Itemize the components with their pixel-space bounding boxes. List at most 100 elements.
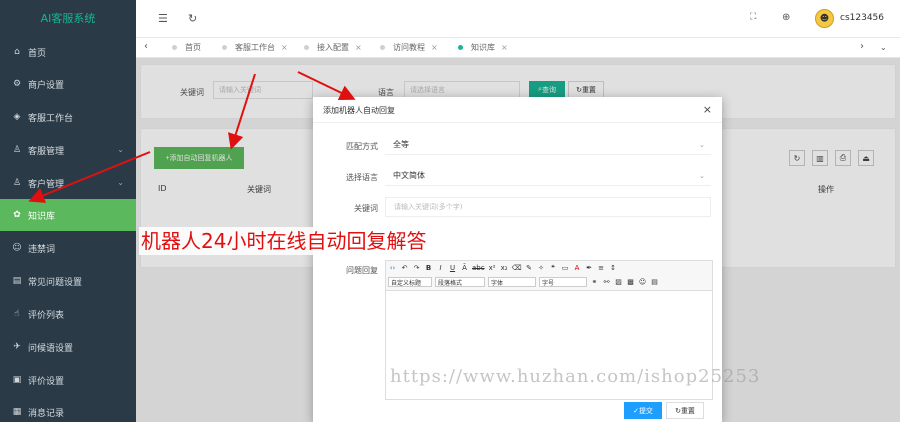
home-icon: ⌂	[14, 47, 20, 57]
tab-tutorial[interactable]: 访问教程 ×	[380, 42, 438, 53]
line-height-icon[interactable]: ↕	[609, 263, 618, 273]
font-border-icon[interactable]: Ā	[460, 263, 469, 273]
strikethrough-icon[interactable]: abc	[472, 263, 485, 273]
annotation-banner: 机器人24小时在线自动回复解答	[139, 227, 429, 255]
sidebar-item-label: 客服管理	[28, 146, 65, 157]
sidebar-item-label: 客户管理	[28, 179, 65, 190]
sidebar-item-merchant-settings[interactable]: ⚙ 商户设置	[0, 68, 136, 100]
close-icon[interactable]: ×	[281, 43, 288, 52]
blockquote-icon[interactable]: ❝	[549, 263, 558, 273]
tabs-scroll-right-icon[interactable]: ›	[860, 41, 864, 52]
tabs-scroll-left-icon[interactable]: ‹	[144, 41, 148, 52]
editor-toolbar-row-1: ‹› ↶ ↷ B I U Ā abc x² x₂ ⌫ ✎ ✧ ❝ ▭ A ✒ ≡…	[388, 263, 618, 273]
sidebar-item-rating-settings[interactable]: ▣ 评价设置	[0, 364, 136, 396]
sidebar-item-review-list[interactable]: ☝ 评价列表	[0, 298, 136, 330]
tab-home[interactable]: 首页	[172, 42, 201, 53]
underline-icon[interactable]: U	[448, 263, 457, 273]
keyword-input[interactable]: 请输入关键词(多个字)	[385, 197, 711, 217]
gear-icon: ⚙	[12, 79, 22, 89]
tab-access-config[interactable]: 接入配置 ×	[304, 42, 362, 53]
custom-title-select[interactable]: 自定义标题	[388, 277, 432, 287]
redo-icon[interactable]: ↷	[412, 263, 421, 273]
language-label: 选择语言	[346, 173, 378, 182]
customer-icon: ♙	[12, 178, 22, 188]
language-select[interactable]: 中文简体 ⌄	[385, 166, 711, 186]
link-icon[interactable]: ⚭	[590, 277, 599, 287]
tab-label: 首页	[185, 43, 201, 52]
tabs-bar: ‹ 首页 客服工作台 × 接入配置 × 访问教程 × 知识库 × › ⌄	[136, 38, 900, 58]
forbidden-icon: ☺	[12, 243, 22, 253]
sidebar-item-label: 评价设置	[28, 376, 65, 387]
tab-dot	[222, 45, 227, 50]
tab-label: 知识库	[471, 43, 495, 52]
tab-label: 接入配置	[317, 43, 349, 52]
sidebar-item-forbidden-words[interactable]: ☺ 违禁词	[0, 232, 136, 264]
sidebar-item-label: 客服工作台	[28, 113, 74, 124]
menu-toggle-icon[interactable]: ☰	[158, 12, 168, 25]
close-icon[interactable]: ×	[355, 43, 362, 52]
console-icon: ◈	[13, 112, 21, 122]
paragraph-format-select[interactable]: 段落格式	[435, 277, 485, 287]
calculator-icon[interactable]: ▤	[650, 277, 659, 287]
superscript-icon[interactable]: x²	[488, 263, 497, 273]
subscript-icon[interactable]: x₂	[500, 263, 509, 273]
close-icon[interactable]: ×	[501, 43, 508, 52]
sidebar-item-knowledge-base[interactable]: ✿ 知识库	[0, 199, 136, 231]
tab-knowledge-base[interactable]: 知识库 ×	[458, 42, 508, 53]
top-header: ☰ ↻ ⛶ ⊕ ☻ cs123456	[136, 0, 900, 38]
list-icon[interactable]: ≡	[597, 263, 606, 273]
sidebar-item-home[interactable]: ⌂ 首页	[0, 36, 136, 68]
faq-icon: ▤	[12, 276, 22, 286]
sidebar-item-customer-management[interactable]: ♙ 客户管理 ⌄	[0, 167, 136, 199]
modal-reset-label: 重置	[680, 407, 695, 415]
clear-doc-icon[interactable]: ▭	[561, 263, 570, 273]
format-brush-icon[interactable]: ✎	[525, 263, 534, 273]
fullscreen-icon[interactable]: ⛶	[750, 12, 756, 22]
sidebar-item-greeting-settings[interactable]: ✈ 问候语设置	[0, 331, 136, 363]
knowledge-icon: ✿	[13, 210, 21, 220]
editor-toolbar: ‹› ↶ ↷ B I U Ā abc x² x₂ ⌫ ✎ ✧ ❝ ▭ A ✒ ≡…	[386, 261, 712, 291]
close-icon[interactable]: ×	[431, 43, 438, 52]
italic-icon[interactable]: I	[436, 263, 445, 273]
emoji-icon[interactable]: ☺	[638, 277, 647, 287]
sidebar-item-label: 问候语设置	[28, 343, 74, 354]
tab-dot	[172, 45, 177, 50]
username[interactable]: cs123456	[840, 13, 884, 23]
sidebar-item-message-log[interactable]: ▦ 消息记录	[0, 396, 136, 422]
sidebar-item-workbench[interactable]: ◈ 客服工作台	[0, 101, 136, 133]
html-source-icon[interactable]: ‹›	[388, 263, 397, 273]
rating-settings-icon: ▣	[12, 375, 22, 385]
globe-icon[interactable]: ⊕	[782, 12, 790, 23]
highlight-icon[interactable]: ✒	[585, 263, 594, 273]
match-select[interactable]: 全等 ⌄	[385, 135, 711, 155]
font-family-select[interactable]: 字体	[488, 277, 536, 287]
refresh-icon[interactable]: ↻	[188, 12, 197, 25]
eraser-icon[interactable]: ⌫	[512, 263, 522, 273]
avatar[interactable]: ☻	[815, 9, 834, 28]
bold-icon[interactable]: B	[424, 263, 433, 273]
undo-icon[interactable]: ↶	[400, 263, 409, 273]
sidebar-item-label: 首页	[28, 48, 47, 59]
tab-label: 访问教程	[393, 43, 425, 52]
editor-toolbar-row-2: 自定义标题 段落格式 字体 字号 ⚭ ⚯ ▨ ▩ ☺ ▤	[388, 277, 659, 287]
tab-label: 客服工作台	[235, 43, 275, 52]
multi-image-icon[interactable]: ▩	[626, 277, 635, 287]
auto-format-icon[interactable]: ✧	[537, 263, 546, 273]
submit-button[interactable]: ✓ 提交	[624, 402, 662, 419]
sidebar-item-label: 常见问题设置	[28, 277, 83, 288]
tab-workbench[interactable]: 客服工作台 ×	[222, 42, 288, 53]
sidebar-item-faq-settings[interactable]: ▤ 常见问题设置	[0, 265, 136, 297]
font-size-select[interactable]: 字号	[539, 277, 587, 287]
unlink-icon[interactable]: ⚯	[602, 277, 611, 287]
sidebar-item-agent-management[interactable]: ♙ 客服管理 ⌄	[0, 134, 136, 166]
modal-reset-button[interactable]: ↻ 重置	[666, 402, 704, 419]
chevron-down-icon: ⌄	[699, 141, 705, 149]
image-icon[interactable]: ▨	[614, 277, 623, 287]
tabs-dropdown-icon[interactable]: ⌄	[880, 43, 887, 52]
answer-label: 问题回复	[346, 266, 378, 275]
thumb-icon: ☝	[14, 309, 20, 319]
user-icon: ♙	[12, 145, 22, 155]
close-icon[interactable]: ×	[703, 103, 712, 116]
font-color-icon[interactable]: A	[573, 263, 582, 273]
match-value: 全等	[393, 140, 409, 149]
